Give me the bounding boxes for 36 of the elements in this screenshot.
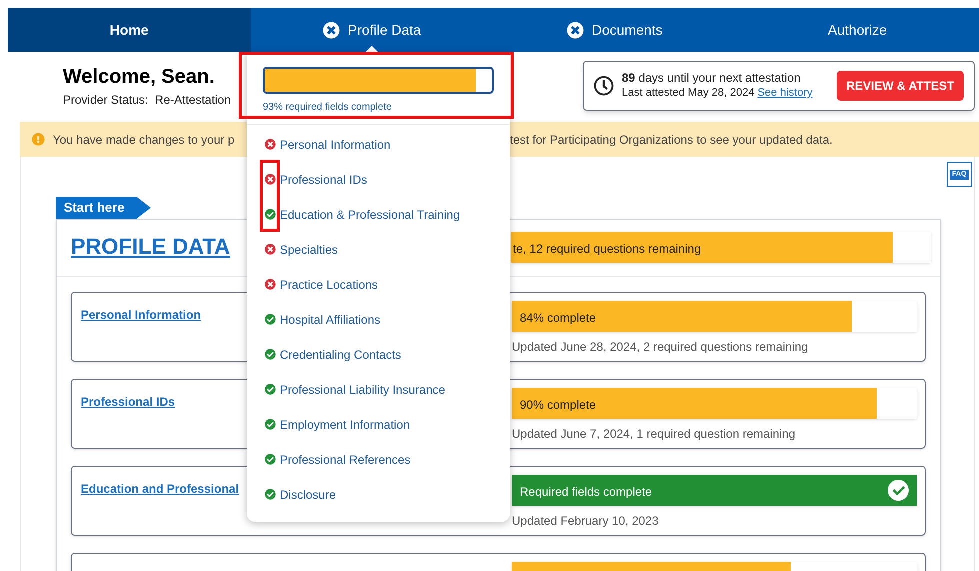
provider-status: Provider Status: Re-Attestation — [63, 92, 232, 108]
menu-item[interactable]: Professional References — [280, 450, 411, 468]
section-link[interactable]: Education and Professional — [81, 482, 240, 496]
menu-item[interactable]: Specialties — [280, 240, 338, 258]
review-attest-button[interactable]: REVIEW & ATTEST — [837, 71, 964, 101]
menu-item[interactable]: Disclosure — [280, 486, 336, 504]
menu-item[interactable]: Professional IDs — [280, 170, 368, 188]
menu-item[interactable]: Credentialing Contacts — [280, 346, 402, 364]
progress-text: te, 12 required questions remaining — [513, 241, 702, 258]
highlight-box — [260, 160, 280, 232]
clock-icon — [594, 76, 614, 96]
menu-item[interactable]: Education & Professional Training — [280, 206, 460, 224]
attestation-countdown: 89 days until your next attestation — [622, 71, 802, 86]
menu-item[interactable]: Practice Locations — [280, 276, 378, 294]
required-fields-label: 93% required fields complete — [263, 101, 392, 115]
menu-item[interactable]: Employment Information — [280, 416, 410, 434]
section-link[interactable]: Personal Information — [81, 308, 202, 322]
profile-data-link[interactable]: PROFILE DATA — [57, 220, 230, 276]
progress-text: Required fields complete — [520, 484, 652, 501]
menu-item[interactable]: Professional Liability Insurance — [280, 380, 446, 398]
see-history-link[interactable]: See history — [758, 86, 813, 101]
updated-text: Updated February 10, 2023 — [512, 513, 659, 530]
banner-text: test for Participating Organizations to see your updated data. — [510, 132, 834, 148]
updated-text: Updated June 7, 2024, 1 required question remaining — [512, 426, 796, 443]
progress-text: 90% complete — [520, 397, 596, 414]
start-here-tag: Start here — [56, 197, 151, 219]
updated-text: Updated June 28, 2024, 2 required questions remaining — [512, 339, 808, 356]
banner-text: You have made changes to your p — [53, 132, 235, 148]
warning-icon — [32, 133, 45, 146]
welcome-title: Welcome, Sean. — [63, 65, 216, 90]
nav-tab[interactable]: Home — [8, 8, 251, 52]
menu-item[interactable]: Hospital Affiliations — [280, 310, 380, 328]
last-attested-text: Last attested May 28, 2024 — [622, 86, 755, 101]
progress-text: 84% complete — [520, 310, 596, 327]
section-link[interactable]: Professional IDs — [81, 395, 176, 409]
menu-item[interactable]: Personal Information — [280, 136, 391, 154]
